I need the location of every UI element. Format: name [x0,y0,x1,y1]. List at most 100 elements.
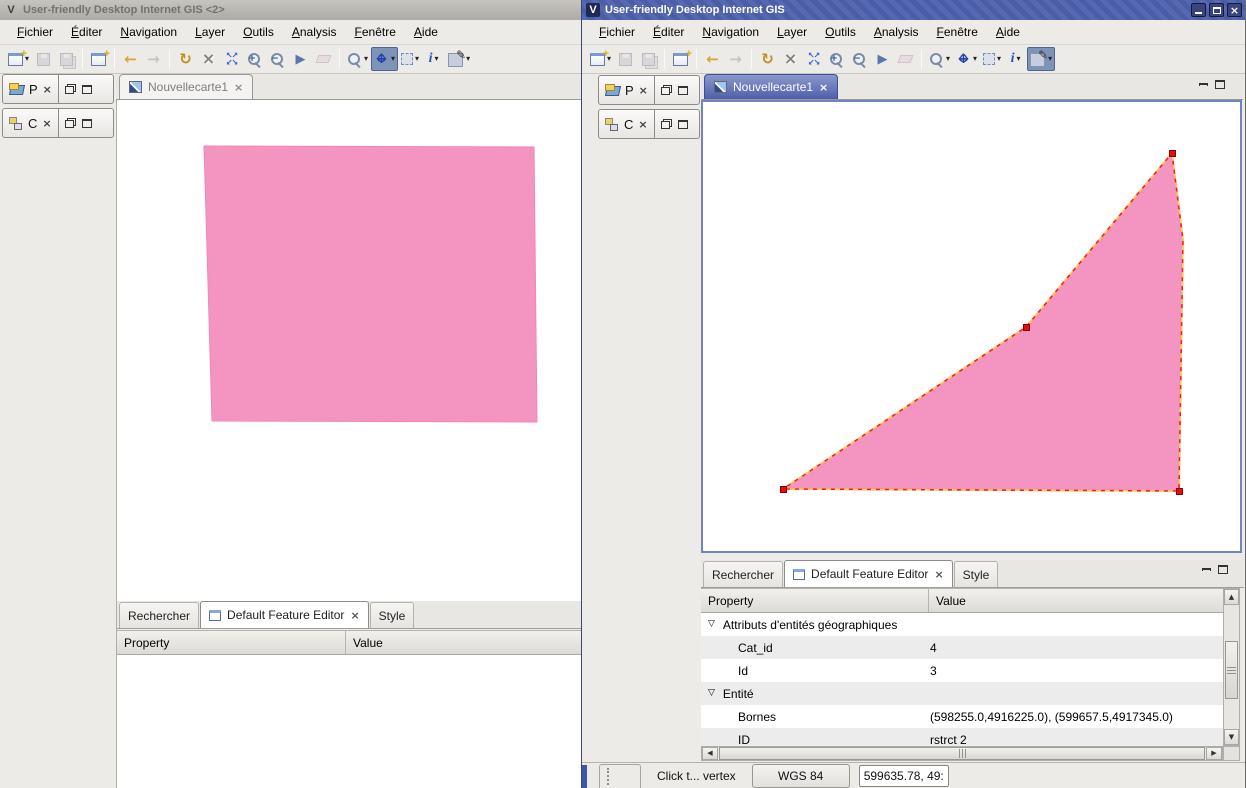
right-table-body[interactable]: ▽Attributs d'entités géographiquesCat_id… [701,613,1223,746]
delete-button[interactable]: × [779,47,802,71]
feature-row-attributs-d-entite-s-ge-ographiques[interactable]: ▽Attributs d'entités géographiques [701,613,1223,636]
menu-item-fichier[interactable]: Fichier [8,23,62,41]
edit-tool-button[interactable]: ✎▾ [445,47,473,71]
scroll-left-button[interactable]: ◀ [702,747,718,760]
close-icon[interactable]: × [934,569,943,580]
dropdown-arrow-icon[interactable]: ▾ [997,55,1001,63]
menu-item-outils[interactable]: Outils [234,23,283,41]
menu-item-layer[interactable]: Layer [186,23,234,41]
selection-tool-button[interactable]: ▾ [980,47,1004,71]
left-table-body[interactable] [117,655,581,788]
vertical-scroll-thumb[interactable] [1225,641,1238,699]
close-icon[interactable]: × [638,119,647,130]
dropdown-arrow-icon[interactable]: ▾ [435,55,439,63]
commit-button[interactable]: ▶ [871,47,894,71]
pink-feature-polygon[interactable] [204,146,537,422]
minimize-button[interactable] [1191,3,1206,17]
menu-item-analysis[interactable]: Analysis [283,23,346,41]
right-map-canvas[interactable] [701,100,1242,553]
dropdown-arrow-icon[interactable]: ▾ [466,55,470,63]
maximize-view-icon[interactable] [1215,80,1225,89]
menu-item-fenetre[interactable]: Fenêtre [346,23,405,41]
restore-icon[interactable] [65,118,76,128]
close-icon[interactable]: × [42,118,51,129]
maximize-icon[interactable] [82,119,92,128]
back-button[interactable]: ← [119,47,142,71]
dropdown-arrow-icon[interactable]: ▾ [364,55,368,63]
scroll-up-button[interactable]: ▲ [1224,589,1239,605]
menu-item-aide[interactable]: Aide [987,23,1029,41]
property-column-header[interactable]: Property [701,589,929,612]
left-titlebar[interactable]: V User-friendly Desktop Internet GIS <2> [0,0,581,20]
pan-tool-button[interactable]: ↔↕▾ [371,47,398,71]
menu-item-aide[interactable]: Aide [405,23,447,41]
zoom-in-button[interactable]: + [825,47,848,71]
selection-tool-button[interactable]: ▾ [398,47,422,71]
back-button[interactable]: ← [701,47,724,71]
close-icon[interactable]: × [819,82,828,93]
dropdown-arrow-icon[interactable]: ▾ [946,55,950,63]
map-editor-tab[interactable]: Nouvellecarte1 × [119,74,253,99]
catalog-tab[interactable]: C × [3,109,58,137]
dropdown-arrow-icon[interactable]: ▾ [1048,55,1052,63]
expand-triangle-icon[interactable]: ▽ [708,689,715,698]
catalog-tab[interactable]: C × [599,110,654,138]
menu-item-fenetre[interactable]: Fenêtre [928,23,987,41]
scroll-right-button[interactable]: ▶ [1206,747,1222,760]
projects-tab[interactable]: P × [3,75,58,103]
expand-triangle-icon[interactable]: ▽ [708,620,715,629]
close-button[interactable]: × [1227,3,1242,17]
new-map-button[interactable]: + [87,47,110,71]
close-icon[interactable]: × [234,82,243,93]
vertex-handle[interactable] [1169,150,1176,157]
menu-item-layer[interactable]: Layer [768,23,816,41]
menu-item-analysis[interactable]: Analysis [865,23,928,41]
new-button[interactable]: +▾ [5,47,32,71]
feature-row-cat-id[interactable]: Cat_id4 [701,636,1223,659]
tab-style[interactable]: Style [370,602,415,628]
refresh-button[interactable]: ↻ [756,47,779,71]
zoom-extent-button[interactable]: ↖↗↙↘ [220,47,243,71]
feature-row-bornes[interactable]: Bornes(598255.0,4916225.0), (599657.5,49… [701,705,1223,728]
horizontal-scroll-thumb[interactable] [719,747,1205,760]
projects-tab[interactable]: P × [599,76,654,104]
tab-feature-editor[interactable]: Default Feature Editor × [200,601,369,628]
minimize-view-icon[interactable] [1202,568,1211,571]
menu-item-outils[interactable]: Outils [816,23,865,41]
pink-feature-polygon[interactable] [783,153,1183,491]
tab-feature-editor[interactable]: Default Feature Editor × [784,560,953,587]
value-column-header[interactable]: Value [346,636,581,650]
crs-button[interactable]: WGS 84 [752,764,850,788]
menu-item-navigation[interactable]: Navigation [693,23,768,41]
close-icon[interactable]: × [350,610,359,621]
scroll-down-button[interactable]: ▼ [1224,729,1239,745]
zoom-extent-button[interactable]: ↖↗↙↘ [802,47,825,71]
info-tool-button[interactable]: i▾ [422,47,445,71]
zoom-tool-button[interactable]: ▾ [344,47,371,71]
restore-icon[interactable] [661,119,672,129]
delete-button[interactable]: × [197,47,220,71]
left-map-canvas[interactable] [116,100,581,601]
tab-style[interactable]: Style [954,561,999,587]
commit-button[interactable]: ▶ [289,47,312,71]
dropdown-arrow-icon[interactable]: ▾ [391,55,395,63]
close-icon[interactable]: × [639,85,648,96]
tab-rechercher[interactable]: Rechercher [119,602,199,628]
horizontal-scroll-trough[interactable] [718,747,1206,760]
restore-icon[interactable] [661,85,672,95]
refresh-button[interactable]: ↻ [174,47,197,71]
drag-handle-icon[interactable] [607,768,609,785]
vertex-handle[interactable] [1176,488,1183,495]
feature-row-id[interactable]: Id3 [701,659,1223,682]
menu-item-fichier[interactable]: Fichier [590,23,644,41]
menu-item-editer[interactable]: Éditer [62,23,111,41]
zoom-in-button[interactable]: + [243,47,266,71]
menu-item-navigation[interactable]: Navigation [111,23,186,41]
menu-item-editer[interactable]: Éditer [644,23,693,41]
feature-row-id[interactable]: IDrstrct 2 [701,728,1223,746]
pan-tool-button[interactable]: ↔↕▾ [953,47,980,71]
right-titlebar[interactable]: V User-friendly Desktop Internet GIS × [582,0,1245,20]
dropdown-arrow-icon[interactable]: ▾ [1017,55,1021,63]
tab-rechercher[interactable]: Rechercher [703,561,783,587]
zoom-out-button[interactable]: − [848,47,871,71]
